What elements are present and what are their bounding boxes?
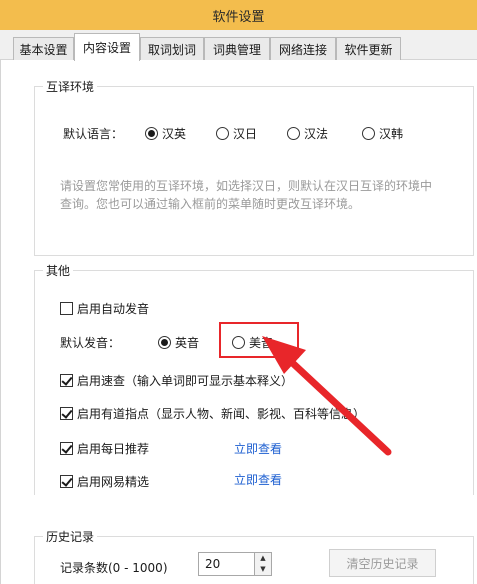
- clear-history-button[interactable]: 清空历史记录: [329, 549, 436, 577]
- tab-basic-settings[interactable]: 基本设置: [13, 37, 74, 60]
- tab-content-settings[interactable]: 内容设置: [74, 33, 140, 61]
- lang-option-zh-fr[interactable]: 汉法: [287, 125, 328, 142]
- netease-select-checkbox[interactable]: 启用网易精选: [60, 473, 149, 490]
- checkbox-icon: [60, 442, 73, 455]
- highlight-box: [219, 322, 299, 358]
- window-title: 软件设置: [212, 9, 265, 25]
- translate-env-description: 请设置您常使用的互译环境，如选择汉日，则默认在汉日互译的环境中查询。您也可以通过…: [60, 179, 433, 211]
- pronounce-option-british[interactable]: 英音: [158, 334, 199, 351]
- other-legend: 其他: [43, 262, 74, 279]
- checkbox-icon: [60, 374, 73, 387]
- daily-recommend-checkbox[interactable]: 启用每日推荐: [60, 440, 149, 457]
- checkbox-icon: [60, 475, 73, 488]
- tab-dictionary-manage[interactable]: 词典管理: [204, 37, 270, 60]
- lang-option-zh-ko[interactable]: 汉韩: [362, 125, 403, 142]
- auto-pronounce-checkbox[interactable]: 启用自动发音: [60, 300, 149, 317]
- radio-icon: [158, 336, 171, 349]
- quick-lookup-checkbox[interactable]: 启用速查（输入单词即可显示基本释义）: [60, 372, 293, 389]
- translate-env-legend: 互译环境: [43, 78, 98, 95]
- radio-icon: [362, 127, 375, 140]
- translate-env-group: 互译环境: [34, 78, 474, 256]
- youdao-tips-checkbox[interactable]: 启用有道指点（显示人物、新闻、影视、百科等信息）: [60, 405, 365, 422]
- spin-up-icon[interactable]: ▲: [254, 553, 271, 564]
- spin-down-icon[interactable]: ▼: [254, 564, 271, 575]
- lang-option-zh-ja[interactable]: 汉日: [216, 125, 257, 142]
- radio-icon: [145, 127, 158, 140]
- tab-word-capture[interactable]: 取词划词: [140, 37, 204, 60]
- lang-option-zh-en[interactable]: 汉英: [145, 125, 186, 142]
- settings-tabbar: 基本设置 内容设置 取词划词 词典管理 网络连接 软件更新: [0, 30, 477, 61]
- radio-icon: [216, 127, 229, 140]
- tab-network[interactable]: 网络连接: [270, 37, 336, 60]
- history-legend: 历史记录: [43, 528, 98, 545]
- radio-icon: [287, 127, 300, 140]
- checkbox-icon: [60, 407, 73, 420]
- default-lang-label: 默认语言：: [63, 127, 124, 141]
- daily-recommend-link[interactable]: 立即查看: [234, 440, 282, 457]
- window-titlebar: 软件设置: [0, 0, 477, 30]
- netease-select-link[interactable]: 立即查看: [234, 471, 282, 488]
- checkbox-icon: [60, 302, 73, 315]
- tab-software-update[interactable]: 软件更新: [336, 37, 401, 60]
- default-pronounce-label: 默认发音：: [60, 336, 121, 350]
- history-count-label: 记录条数(0 - 1000): [60, 561, 168, 575]
